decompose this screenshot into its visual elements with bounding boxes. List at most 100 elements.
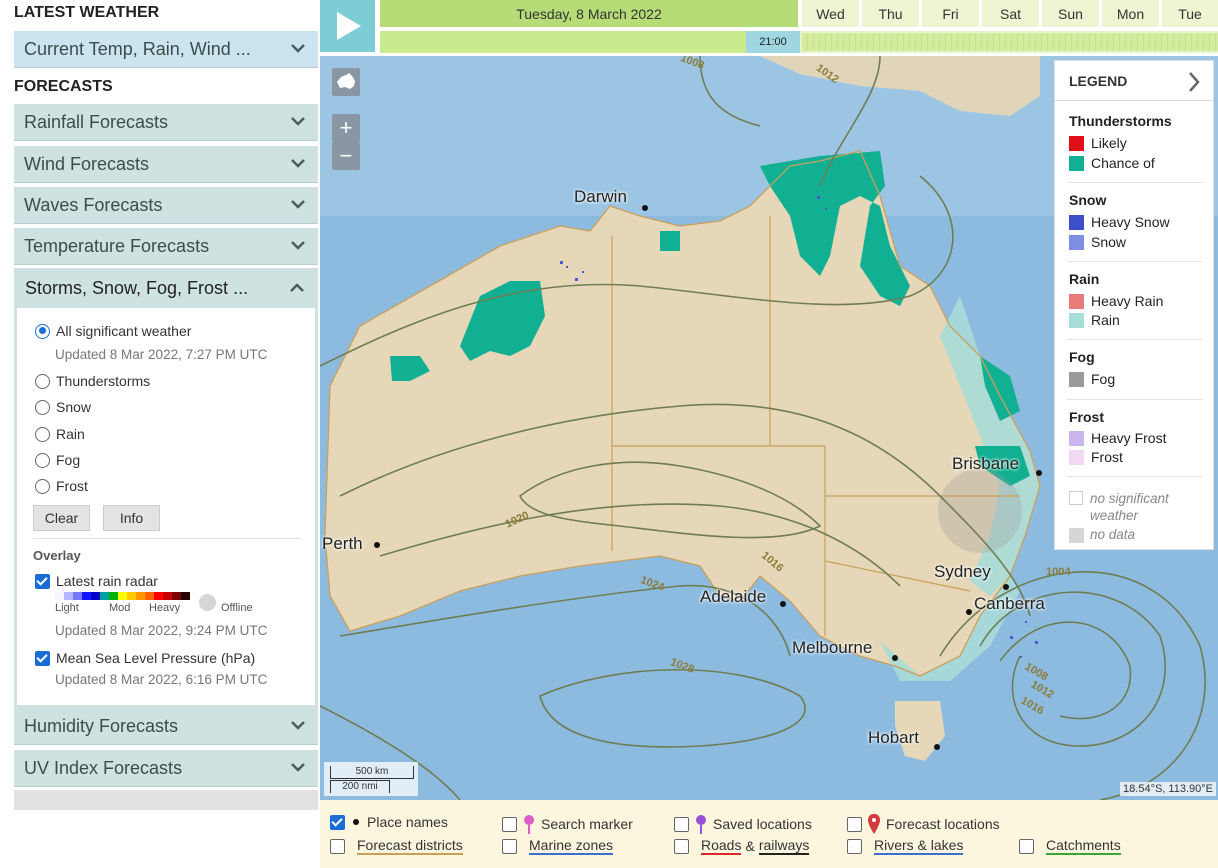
chevron-down-icon [291,159,305,168]
pin-pink-icon [524,815,534,834]
checkbox-rain-radar[interactable]: Latest rain radar [35,573,158,589]
timeline-track[interactable]: 21:00 [380,31,1218,53]
option-place-names[interactable]: Place names [330,814,448,830]
day-sun[interactable]: Sun [1042,0,1099,27]
legend-swatch [1069,155,1084,171]
clear-button[interactable]: Clear [33,505,90,531]
accordion-storms-panel: Storms, Snow, Fog, Frost ... All signifi… [14,268,318,708]
legend-swatch [1069,234,1084,250]
option-search-marker[interactable]: Search marker [502,814,633,834]
pin-purple-icon [696,815,706,834]
radio-button[interactable] [35,426,50,442]
option-rivers-lakes[interactable]: Rivers & lakes [847,837,964,855]
radar-scale-swatch [55,592,64,600]
radio-frost[interactable]: Frost [35,478,88,494]
legend-header[interactable]: LEGEND [1055,61,1213,101]
chevron-right-icon[interactable] [1187,71,1201,93]
radio-button[interactable] [35,399,50,415]
play-button[interactable] [320,0,375,52]
legend-swatch [1069,135,1084,151]
radio-label: Rain [56,426,85,442]
option-label: railways [758,837,810,855]
day-mon[interactable]: Mon [1102,0,1159,27]
legend-divider [1067,261,1203,262]
zoom-in-button[interactable]: + [332,114,360,142]
accordion-wind[interactable]: Wind Forecasts [14,146,318,183]
radio-fog[interactable]: Fog [35,452,80,468]
city-marker [780,601,786,607]
city-brisbane: Brisbane [952,454,1020,473]
option-label: Marine zones [529,837,614,855]
isobar-label: 1004 [1046,566,1071,578]
radio-rain[interactable]: Rain [35,426,85,442]
radio-button[interactable] [35,373,50,389]
accordion-temperature[interactable]: Temperature Forecasts [14,228,318,265]
radio-snow[interactable]: Snow [35,399,91,415]
checkbox[interactable] [847,816,862,832]
legend-swatch [1069,214,1084,230]
checkbox[interactable] [35,573,50,589]
city-darwin: Darwin [574,187,627,206]
radio-button[interactable] [35,452,50,468]
option-label: Rivers & lakes [874,837,964,855]
day-fri[interactable]: Fri [922,0,979,27]
legend-item: Snow [1069,234,1126,250]
checkbox[interactable] [674,838,689,854]
accordion-humidity[interactable]: Humidity Forecasts [14,708,318,745]
legend-title: LEGEND [1069,72,1128,89]
option-label: Search marker [541,816,633,832]
sidebar: LATEST WEATHER Current Temp, Rain, Wind … [0,0,320,868]
option-forecast-districts[interactable]: Forecast districts [330,837,463,855]
radar-scale-swatch [82,592,91,600]
accordion-rainfall[interactable]: Rainfall Forecasts [14,104,318,141]
option-forecast-locations[interactable]: Forecast locations [847,814,1000,834]
checkbox[interactable] [502,838,517,854]
legend-item: Heavy Frost [1069,430,1166,446]
legend-no-data: no data [1090,527,1136,542]
sidebar-footer-bar [14,790,318,810]
radar-scale-swatch [91,592,100,600]
checkbox[interactable] [330,838,345,854]
legend-divider [1067,476,1203,477]
day-tue[interactable]: Tue [1162,0,1218,27]
radio-button[interactable] [35,478,50,494]
radio-thunderstorms[interactable]: Thunderstorms [35,373,150,389]
day-thu[interactable]: Thu [862,0,919,27]
reset-view-button[interactable] [332,68,360,96]
radar-mod-label: Mod [109,602,131,614]
accordion-uv[interactable]: UV Index Forecasts [14,750,318,787]
zoom-out-button[interactable]: − [332,142,360,170]
checkbox[interactable] [674,816,689,832]
legend-group-title: Frost [1069,409,1104,425]
legend-item: Likely [1069,135,1127,151]
option-roads-railways[interactable]: Roads & railways [674,837,810,855]
radar-scale-swatch [154,592,163,600]
checkbox[interactable] [1019,838,1034,854]
day-wed[interactable]: Wed [802,0,859,27]
checkbox[interactable] [330,814,345,830]
option-marine-zones[interactable]: Marine zones [502,837,614,855]
radar-light-label: Light [55,602,79,614]
legend-item: Fog [1069,371,1115,387]
legend-label: Fog [1091,371,1116,387]
timeline-future[interactable] [802,33,1218,51]
radio-button[interactable] [35,323,50,339]
checkbox[interactable] [35,650,50,666]
legend-group-title: Thunderstorms [1069,113,1172,129]
day-sat[interactable]: Sat [982,0,1039,27]
city-marker [642,205,648,211]
accordion-waves[interactable]: Waves Forecasts [14,187,318,224]
checkbox[interactable] [847,838,862,854]
option-saved-locations[interactable]: Saved locations [674,814,812,834]
timeline-current-time[interactable]: 21:00 [746,31,800,53]
option-catchments[interactable]: Catchments [1019,837,1121,855]
info-button[interactable]: Info [103,505,160,531]
radio-all-significant[interactable]: All significant weather [35,323,191,339]
accordion-current-temp[interactable]: Current Temp, Rain, Wind ... [14,31,318,68]
checkbox[interactable] [502,816,517,832]
checkbox-mslp[interactable]: Mean Sea Level Pressure (hPa) [35,650,255,666]
scale-nmi: 200 nmi [330,780,390,793]
radar-scale-swatch [181,592,190,600]
accordion-storms-header[interactable]: Storms, Snow, Fog, Frost ... [17,268,315,308]
radar-updated: Updated 8 Mar 2022, 9:24 PM UTC [55,623,268,638]
